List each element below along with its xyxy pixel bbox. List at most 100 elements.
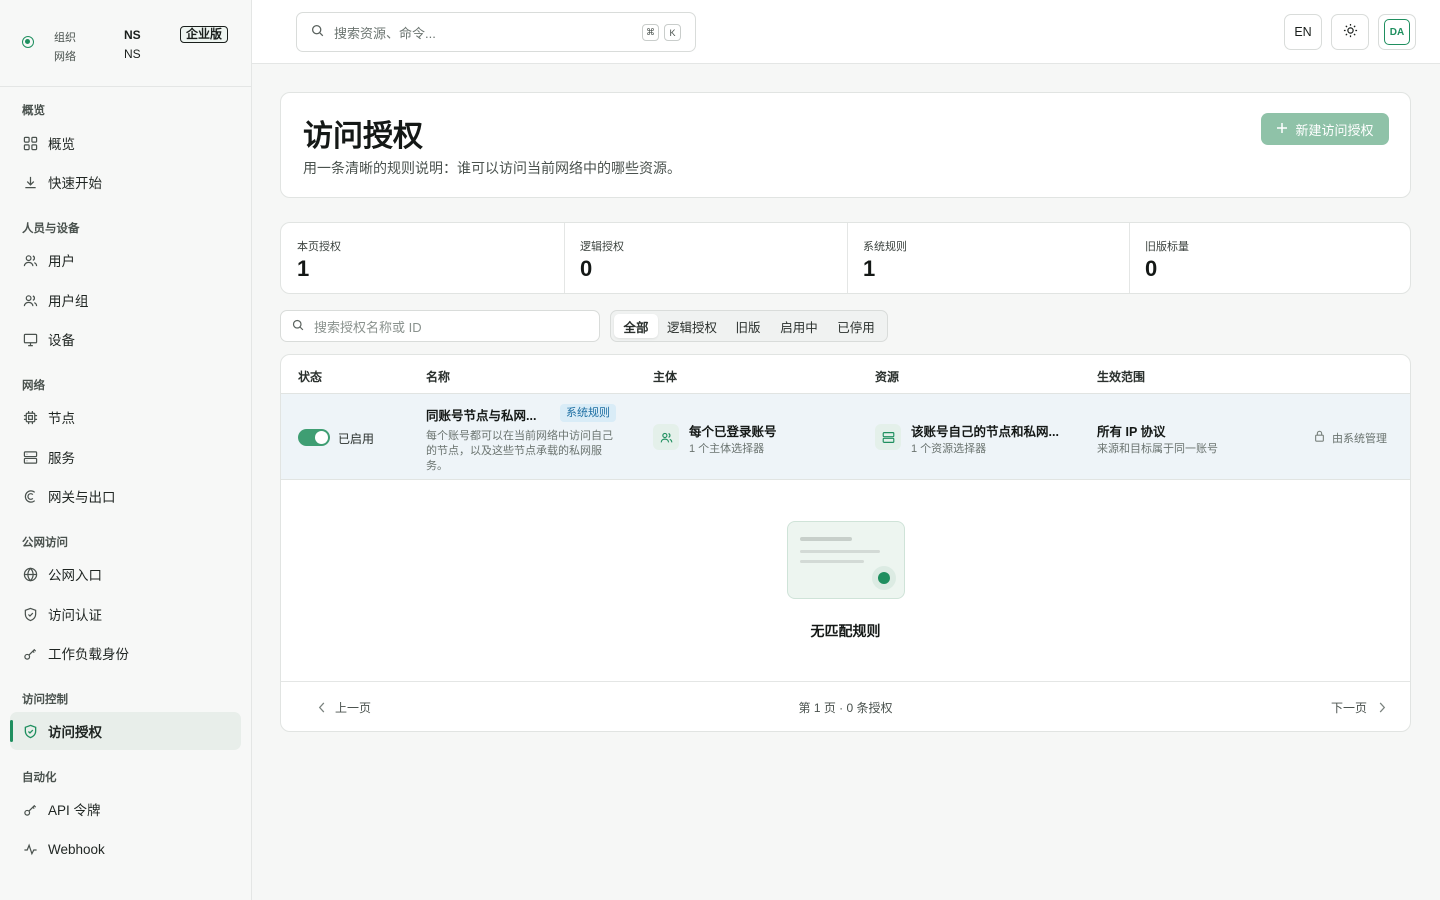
column-header-scope: 生效范围 bbox=[1097, 370, 1146, 384]
section-overview: 概览 bbox=[22, 105, 45, 117]
sidebar-item-label: 访问认证 bbox=[48, 608, 102, 623]
sidebar-item-access-auth[interactable]: 访问认证 bbox=[10, 595, 241, 633]
stat-logical-grants: 逻辑授权 0 bbox=[564, 223, 847, 293]
resource-name: 该账号自己的节点和私网... bbox=[911, 425, 1059, 439]
pagination: 上一页 第 1 页 · 0 条授权 下一页 bbox=[281, 681, 1410, 730]
grant-name[interactable]: 同账号节点与私网... bbox=[426, 405, 536, 424]
global-search-input[interactable]: 搜索资源、命令... ⌘ K bbox=[296, 12, 696, 52]
tab-enabled[interactable]: 启用中 bbox=[773, 314, 825, 338]
sidebar-item-label: 工作负载身份 bbox=[48, 647, 129, 662]
subject-name: 每个已登录账号 bbox=[689, 425, 777, 439]
shortcut-key-k: K bbox=[664, 24, 681, 41]
sidebar-item-api-tokens[interactable]: API 令牌 bbox=[10, 790, 241, 828]
tab-legacy[interactable]: 旧版 bbox=[726, 314, 770, 338]
tab-disabled[interactable]: 已停用 bbox=[830, 314, 882, 338]
monitor-icon bbox=[22, 331, 38, 347]
column-header-name: 名称 bbox=[426, 370, 451, 384]
sidebar-item-public-entry[interactable]: 公网入口 bbox=[10, 555, 241, 593]
page-header-card: 访问授权 用一条清晰的规则说明：谁可以访问当前网络中的哪些资源。 新建访问授权 bbox=[280, 92, 1411, 198]
section-public: 公网访问 bbox=[22, 537, 68, 549]
stat-value: 0 bbox=[580, 256, 593, 281]
empty-state-text: 无匹配规则 bbox=[810, 623, 881, 639]
new-button-label: 新建访问授权 bbox=[1295, 122, 1374, 138]
sidebar-item-user-groups[interactable]: 用户组 bbox=[10, 281, 241, 319]
stat-label: 系统规则 bbox=[863, 241, 907, 253]
lock-icon bbox=[1314, 430, 1325, 445]
org-switcher[interactable]: 组织 NS 企业版 网络 NS bbox=[0, 0, 251, 87]
network-label: 网络 bbox=[54, 51, 76, 63]
sidebar-item-access-grants[interactable]: 访问授权 bbox=[10, 712, 241, 750]
sidebar-item-overview[interactable]: 概览 bbox=[10, 124, 241, 162]
org-value: NS bbox=[124, 28, 141, 42]
grid-icon bbox=[22, 135, 38, 151]
stat-value: 0 bbox=[1145, 256, 1158, 281]
grant-desc-line1: 每个账号都可以在当前网络中访问自己 bbox=[426, 430, 613, 442]
users-icon bbox=[653, 424, 679, 450]
sidebar-item-label: Webhook bbox=[48, 841, 105, 857]
sidebar-item-label: 网关与出口 bbox=[48, 490, 116, 505]
shield-check-icon bbox=[22, 723, 38, 739]
empty-state-illustration bbox=[787, 521, 905, 599]
gateway-icon bbox=[22, 488, 38, 504]
sidebar-item-workload-identity[interactable]: 工作负载身份 bbox=[10, 634, 241, 672]
column-header-status: 状态 bbox=[298, 370, 323, 384]
stat-page-grants: 本页授权 1 bbox=[281, 223, 564, 293]
sidebar-item-label: 概览 bbox=[48, 137, 75, 152]
sidebar-item-label: 快速开始 bbox=[48, 176, 102, 191]
sidebar-item-nodes[interactable]: 节点 bbox=[10, 398, 241, 436]
section-network: 网络 bbox=[22, 380, 45, 392]
user-menu-button[interactable]: DA bbox=[1378, 14, 1416, 50]
sidebar: 组织 NS 企业版 网络 NS 概览 概览 快速开始 人员与设备 用户 用户组 … bbox=[0, 0, 252, 900]
stat-label: 本页授权 bbox=[297, 241, 341, 253]
section-access-control: 访问控制 bbox=[22, 694, 68, 706]
key-icon bbox=[22, 645, 38, 661]
network-value: NS bbox=[124, 47, 141, 61]
plus-icon bbox=[1276, 122, 1288, 137]
grant-desc-line3: 务。 bbox=[426, 460, 448, 472]
grant-search-input[interactable]: 搜索授权名称或 ID bbox=[280, 310, 600, 342]
new-access-grant-button[interactable]: 新建访问授权 bbox=[1261, 113, 1389, 145]
grants-table: 状态 名称 主体 资源 生效范围 已启用 同账号节点与私网... 系统规则 每个… bbox=[280, 354, 1411, 732]
page-title: 访问授权 bbox=[303, 120, 423, 153]
stat-value: 1 bbox=[297, 256, 310, 281]
sidebar-item-devices[interactable]: 设备 bbox=[10, 320, 241, 358]
sidebar-item-webhook[interactable]: Webhook bbox=[10, 830, 241, 868]
sidebar-item-label: 访问授权 bbox=[48, 725, 102, 740]
plan-badge: 企业版 bbox=[180, 26, 229, 43]
sidebar-item-label: 用户 bbox=[48, 254, 75, 269]
sidebar-item-services[interactable]: 服务 bbox=[10, 438, 241, 476]
section-automation: 自动化 bbox=[22, 772, 57, 784]
search-placeholder: 搜索资源、命令... bbox=[334, 25, 436, 41]
next-page-button[interactable]: 下一页 bbox=[1331, 699, 1367, 716]
search-placeholder: 搜索授权名称或 ID bbox=[314, 319, 422, 335]
scope-name: 所有 IP 协议 bbox=[1097, 425, 1166, 439]
stat-system-rules: 系统规则 1 bbox=[847, 223, 1130, 293]
shortcut-key-cmd: ⌘ bbox=[642, 24, 659, 41]
sidebar-item-gateways[interactable]: 网关与出口 bbox=[10, 477, 241, 515]
server-icon bbox=[875, 424, 901, 450]
stat-legacy-scalars: 旧版标量 0 bbox=[1129, 223, 1411, 293]
chevron-right-icon bbox=[1378, 701, 1386, 716]
section-people: 人员与设备 bbox=[22, 223, 80, 235]
status-dot-icon bbox=[22, 36, 34, 48]
sidebar-item-quickstart[interactable]: 快速开始 bbox=[10, 163, 241, 201]
sidebar-item-label: 节点 bbox=[48, 411, 75, 426]
language-button[interactable]: EN bbox=[1284, 14, 1322, 50]
stats-card: 本页授权 1 逻辑授权 0 系统规则 1 旧版标量 0 bbox=[280, 222, 1411, 294]
tab-all[interactable]: 全部 bbox=[614, 314, 658, 338]
sidebar-item-label: 公网入口 bbox=[48, 568, 102, 583]
theme-toggle-button[interactable] bbox=[1331, 14, 1369, 50]
tab-logical[interactable]: 逻辑授权 bbox=[661, 314, 723, 338]
topbar: 搜索资源、命令... ⌘ K EN DA bbox=[252, 0, 1440, 64]
users-icon bbox=[22, 292, 38, 308]
sidebar-item-users[interactable]: 用户 bbox=[10, 241, 241, 279]
table-row[interactable]: 已启用 同账号节点与私网... 系统规则 每个账号都可以在当前网络中访问自己 的… bbox=[281, 393, 1410, 480]
globe-icon bbox=[22, 566, 38, 582]
avatar: DA bbox=[1384, 19, 1410, 45]
search-icon bbox=[311, 24, 324, 40]
status-text: 已启用 bbox=[338, 432, 375, 446]
column-header-resource: 资源 bbox=[875, 370, 900, 384]
scope-desc: 来源和目标属于同一账号 bbox=[1097, 443, 1218, 455]
enable-toggle[interactable] bbox=[298, 429, 330, 446]
stat-label: 逻辑授权 bbox=[580, 241, 624, 253]
